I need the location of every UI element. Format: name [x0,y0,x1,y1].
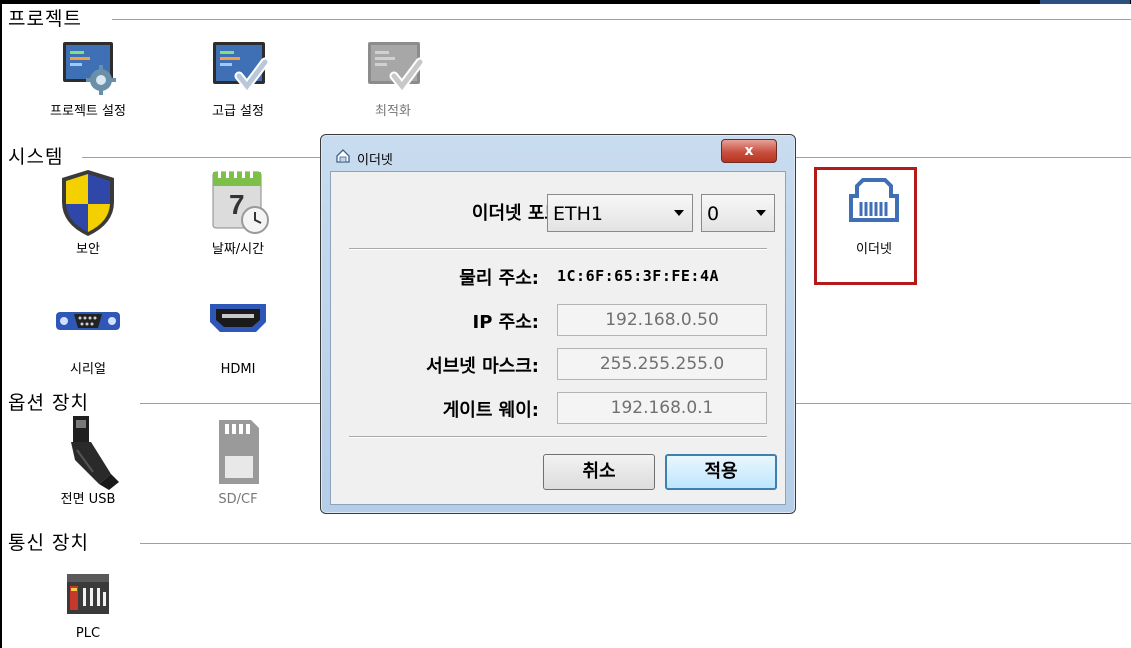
sd-card-icon [219,420,259,484]
advanced-settings-icon [213,42,270,94]
sdcf-label: SD/CF [218,492,258,507]
window-top-edge [0,0,1131,4]
mac-address-label: 물리 주소: [459,268,539,289]
section-system-header: 시스템 [8,146,64,168]
tile-datetime[interactable]: 7 날짜/시간 [178,168,298,258]
project-settings-icon [63,42,116,95]
ethernet-highlight-box [814,167,917,285]
optimize-icon [368,42,425,94]
usb-plug-icon [71,416,119,490]
chevron-down-icon [756,210,766,216]
serial-label: 시리얼 [70,362,106,377]
hdmi-label: HDMI [220,362,256,377]
tile-plc[interactable]: PLC [28,562,148,642]
close-icon: x [744,143,754,159]
subnet-mask-label: 서브넷 마스크: [426,356,539,377]
home-icon [336,149,350,163]
plc-device-icon [67,574,109,614]
tile-front-usb[interactable]: 전면 USB [28,414,148,508]
section-divider [140,543,1131,544]
section-project-header: 프로젝트 [8,8,82,30]
shield-icon [62,170,114,236]
section-options-header: 옵션 장치 [8,392,89,414]
optimize-label: 최적화 [375,104,411,119]
tile-project-settings[interactable]: 프로젝트 설정 [28,38,148,120]
subnet-mask-field[interactable]: 255.255.255.0 [557,348,767,380]
section-divider [112,19,1131,20]
hdmi-port-icon [210,304,266,332]
advanced-settings-label: 고급 설정 [212,104,264,119]
chevron-down-icon [674,210,684,216]
tile-serial[interactable]: 시리얼 [28,300,148,378]
gateway-field[interactable]: 192.168.0.1 [557,392,767,424]
ip-address-field[interactable]: 192.168.0.50 [557,304,767,336]
project-settings-label: 프로젝트 설정 [50,104,126,119]
window-top-accent [1040,0,1130,4]
mac-address-value: 1C:6F:65:3F:FE:4A [557,267,720,285]
separator [349,248,767,250]
serial-port-icon [56,312,120,330]
calendar-clock-icon: 7 [212,170,269,234]
dialog-body: 이더넷 포트 ETH1 0 물리 주소: 1C:6F:65:3F:FE:4A I… [330,171,786,505]
port-index-select[interactable]: 0 [701,194,775,232]
security-label: 보안 [76,242,100,257]
front-usb-label: 전면 USB [60,492,116,507]
tile-security[interactable]: 보안 [28,168,148,258]
ip-address-label: IP 주소: [472,312,539,333]
dialog-titlebar[interactable]: 이더넷 x [321,135,795,169]
window-left-edge [0,0,2,648]
cancel-button[interactable]: 취소 [543,454,655,490]
tile-hdmi[interactable]: HDMI [178,300,298,378]
datetime-label: 날짜/시간 [211,242,265,257]
apply-button[interactable]: 적용 [665,454,777,490]
section-divider [140,403,320,404]
gateway-label: 게이트 웨이: [442,400,539,421]
separator [349,436,767,438]
section-divider [82,157,320,158]
port-index-value: 0 [707,203,720,225]
close-button[interactable]: x [721,139,777,163]
dialog-title: 이더넷 [357,153,393,168]
section-comm-header: 통신 장치 [8,532,89,554]
tile-advanced-settings[interactable]: 고급 설정 [178,38,298,120]
tile-optimize[interactable]: 최적화 [333,38,453,120]
ethernet-port-value: ETH1 [553,203,603,225]
ethernet-dialog: 이더넷 x 이더넷 포트 ETH1 0 물리 주소: 1C:6F:65:3F:F… [320,134,796,514]
ethernet-port-select[interactable]: ETH1 [547,194,693,232]
plc-label: PLC [75,626,101,641]
section-divider [796,403,1131,404]
tile-sdcf[interactable]: SD/CF [178,414,298,508]
section-divider [796,157,1131,158]
